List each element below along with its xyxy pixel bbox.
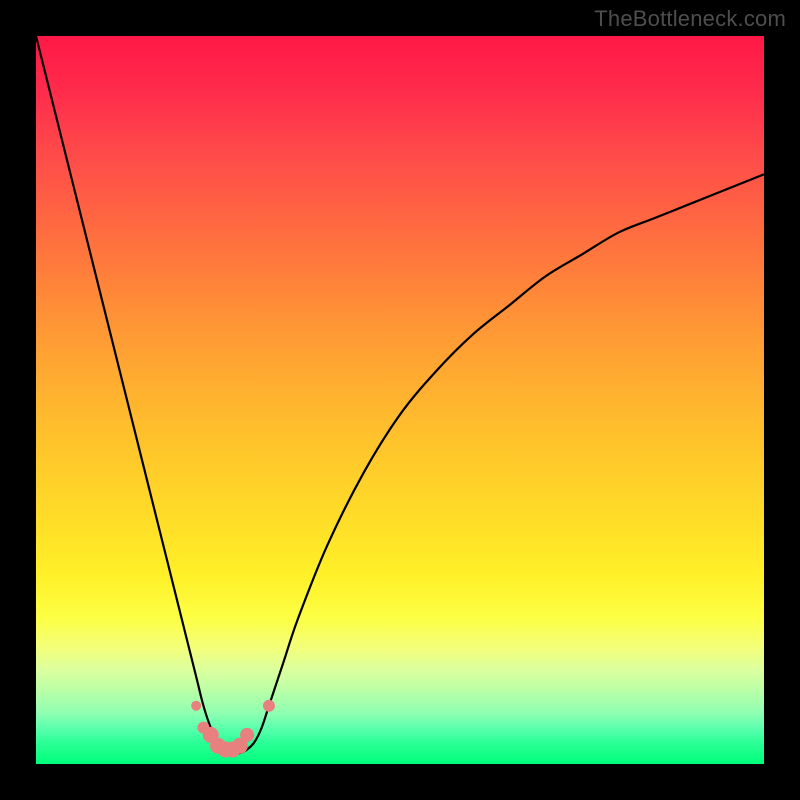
bottleneck-curve [36, 36, 764, 754]
curve-marker [191, 701, 201, 711]
chart-plot-area [36, 36, 764, 764]
chart-frame: TheBottleneck.com [0, 0, 800, 800]
curve-marker [263, 700, 275, 712]
curve-layer [36, 36, 764, 764]
curve-marker [240, 728, 254, 742]
watermark-text: TheBottleneck.com [594, 6, 786, 32]
